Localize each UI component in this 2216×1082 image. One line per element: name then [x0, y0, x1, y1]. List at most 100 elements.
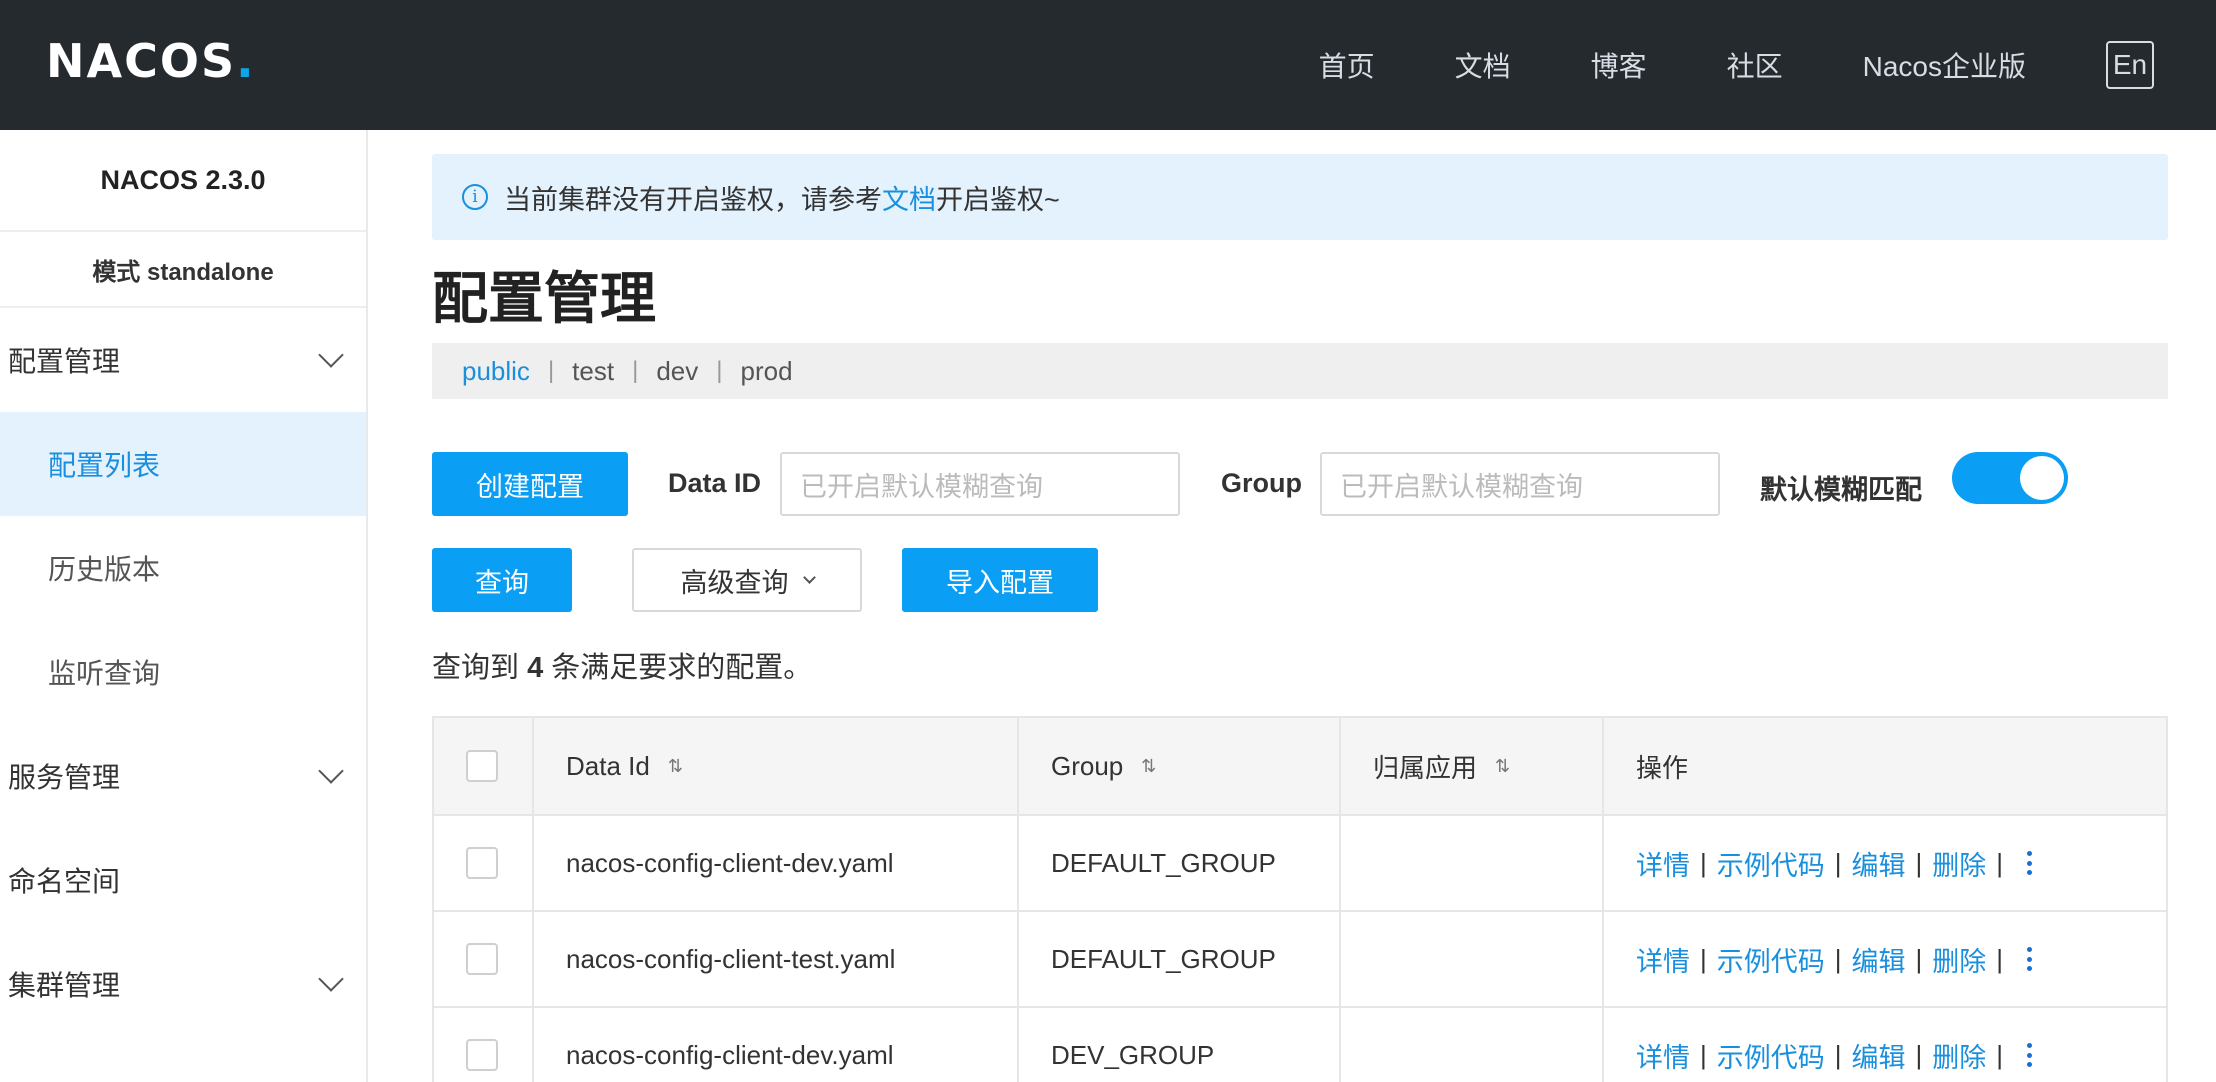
fuzzy-match-toggle[interactable]: [1952, 452, 2068, 504]
table-row: nacos-config-client-dev.yaml DEFAULT_GRO…: [434, 816, 2166, 912]
nav-blog[interactable]: 博客: [1591, 45, 1647, 85]
row-checkbox[interactable]: [466, 847, 498, 879]
sort-icon[interactable]: ⇅: [668, 756, 683, 777]
sidebar-group-cluster[interactable]: 集群管理: [0, 932, 366, 1036]
op-separator: |: [1834, 847, 1842, 878]
namespace-dev[interactable]: dev: [656, 356, 698, 387]
create-config-button[interactable]: 创建配置: [432, 452, 628, 516]
namespace-prod[interactable]: prod: [740, 356, 792, 387]
notice-suffix: 开启鉴权~: [936, 184, 1060, 215]
query-button[interactable]: 查询: [432, 548, 572, 612]
select-all-checkbox[interactable]: [466, 750, 498, 782]
nav-enterprise[interactable]: Nacos企业版: [1863, 45, 2026, 85]
namespace-test[interactable]: test: [572, 356, 614, 387]
row-checkbox-cell: [434, 1008, 534, 1082]
op-separator: |: [1915, 1039, 1923, 1070]
sample-code-link[interactable]: 示例代码: [1717, 940, 1825, 979]
header-checkbox-cell: [434, 718, 534, 814]
group-label: Group: [1221, 468, 1302, 498]
toggle-knob: [2020, 456, 2064, 500]
op-separator: |: [1915, 943, 1923, 974]
op-separator: |: [1700, 1039, 1707, 1070]
more-icon[interactable]: [2027, 851, 2033, 875]
cell-app: [1341, 816, 1604, 910]
sort-icon[interactable]: ⇅: [1495, 756, 1510, 777]
top-header: NACOS. 首页 文档 博客 社区 Nacos企业版 En: [0, 0, 2216, 130]
detail-link[interactable]: 详情: [1636, 1036, 1690, 1075]
header-label: Data Id: [566, 750, 650, 781]
header-label: 操作: [1636, 752, 1689, 783]
sort-icon[interactable]: ⇅: [1141, 756, 1156, 777]
sidebar-item-history[interactable]: 历史版本: [0, 516, 366, 620]
row-checkbox-cell: [434, 816, 534, 910]
sidebar-group-config[interactable]: 配置管理: [0, 308, 366, 412]
delete-link[interactable]: 删除: [1932, 1036, 1986, 1075]
cell-ops: 详情 | 示例代码 | 编辑 | 删除 |: [1604, 912, 2166, 1006]
result-count: 4: [527, 652, 544, 684]
info-icon: i: [462, 184, 488, 210]
auth-notice: i 当前集群没有开启鉴权，请参考 文档 开启鉴权~: [432, 154, 2168, 240]
namespace-bar: public | test | dev | prod: [432, 343, 2168, 399]
delete-link[interactable]: 删除: [1932, 940, 1986, 979]
delete-link[interactable]: 删除: [1932, 844, 1986, 883]
row-checkbox[interactable]: [466, 1039, 498, 1071]
table-row: nacos-config-client-dev.yaml DEV_GROUP 详…: [434, 1008, 2166, 1082]
chevron-down-icon: [318, 342, 344, 368]
cell-group: DEFAULT_GROUP: [1019, 912, 1341, 1006]
edit-link[interactable]: 编辑: [1852, 940, 1906, 979]
logo-text: NACOS.: [46, 34, 256, 88]
sidebar-group-namespace[interactable]: 命名空间: [0, 828, 366, 932]
nav-docs[interactable]: 文档: [1455, 45, 1511, 85]
sidebar-item-listener[interactable]: 监听查询: [0, 620, 366, 724]
header-label: 归属应用: [1373, 752, 1478, 783]
result-suffix: 条满足要求的配置。: [551, 652, 813, 684]
result-summary: 查询到 4 条满足要求的配置。: [432, 644, 812, 686]
mode-label: 模式 standalone: [0, 232, 366, 308]
header-label: Group: [1051, 750, 1124, 781]
header-app[interactable]: 归属应用 ⇅: [1341, 718, 1604, 814]
header-data-id[interactable]: Data Id ⇅: [534, 718, 1019, 814]
chevron-down-icon: [318, 966, 344, 992]
edit-link[interactable]: 编辑: [1852, 844, 1906, 883]
detail-link[interactable]: 详情: [1636, 844, 1690, 883]
sidebar-group-label: 命名空间: [8, 866, 121, 897]
import-config-button[interactable]: 导入配置: [902, 548, 1098, 612]
detail-link[interactable]: 详情: [1636, 940, 1690, 979]
more-icon[interactable]: [2027, 1043, 2033, 1067]
nav-home[interactable]: 首页: [1319, 45, 1375, 85]
namespace-separator: |: [547, 357, 555, 384]
notice-prefix: 当前集群没有开启鉴权，请参考: [504, 184, 882, 215]
op-separator: |: [1996, 943, 2004, 974]
language-switch-button[interactable]: En: [2106, 41, 2154, 89]
sample-code-link[interactable]: 示例代码: [1717, 844, 1825, 883]
sidebar-item-config-list[interactable]: 配置列表: [0, 412, 366, 516]
notice-docs-link[interactable]: 文档: [882, 178, 936, 217]
row-checkbox[interactable]: [466, 943, 498, 975]
sidebar-group-label: 集群管理: [8, 970, 121, 1001]
namespace-separator: |: [716, 357, 723, 384]
version-label: NACOS 2.3.0: [0, 130, 366, 232]
sample-code-link[interactable]: 示例代码: [1717, 1036, 1825, 1075]
op-separator: |: [1700, 943, 1707, 974]
namespace-public[interactable]: public: [462, 356, 530, 387]
nacos-logo[interactable]: NACOS.: [46, 34, 256, 88]
op-separator: |: [1700, 847, 1707, 878]
namespace-separator: |: [632, 357, 639, 384]
more-icon[interactable]: [2027, 947, 2033, 971]
advanced-query-button[interactable]: 高级查询: [632, 548, 862, 612]
row-checkbox-cell: [434, 912, 534, 1006]
config-table: Data Id ⇅ Group ⇅ 归属应用 ⇅ 操作 nacos-config-cl…: [432, 716, 2168, 1082]
page-title: 配置管理: [432, 267, 656, 330]
sidebar-group-service[interactable]: 服务管理: [0, 724, 366, 828]
data-id-input[interactable]: 已开启默认模糊查询: [780, 452, 1180, 516]
top-nav: 首页 文档 博客 社区 Nacos企业版 En: [1319, 0, 2216, 130]
cell-group: DEV_GROUP: [1019, 1008, 1341, 1082]
header-group[interactable]: Group ⇅: [1019, 718, 1341, 814]
edit-link[interactable]: 编辑: [1852, 1036, 1906, 1075]
sidebar: NACOS 2.3.0 模式 standalone 配置管理 配置列表 历史版本…: [0, 130, 368, 1082]
group-input[interactable]: 已开启默认模糊查询: [1320, 452, 1720, 516]
table-header-row: Data Id ⇅ Group ⇅ 归属应用 ⇅ 操作: [434, 718, 2166, 816]
op-separator: |: [1996, 847, 2004, 878]
nav-community[interactable]: 社区: [1727, 45, 1783, 85]
cell-data-id: nacos-config-client-dev.yaml: [534, 1008, 1019, 1082]
